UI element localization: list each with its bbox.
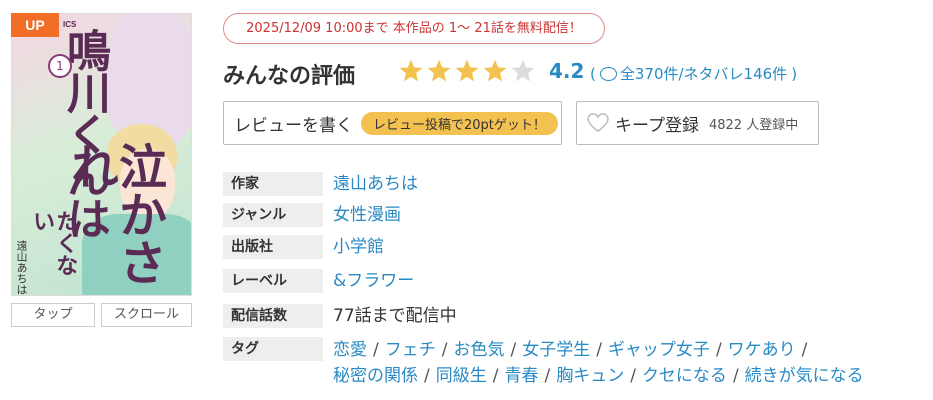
tag-separator: /: [732, 366, 739, 386]
update-badge-label: UP: [25, 17, 45, 33]
meta-row-episodes: 配信話数 77話まで配信中: [223, 304, 457, 328]
tag-link[interactable]: 女子学生: [522, 340, 590, 360]
meta-label-genre: ジャンル: [223, 203, 323, 227]
tag-separator: /: [801, 340, 808, 360]
comment-bubble-icon: [599, 66, 617, 81]
tag-link[interactable]: フェチ: [385, 340, 436, 360]
paren-open: (: [590, 64, 596, 83]
meta-row-author: 作家 遠山あちは: [223, 172, 418, 196]
tag-link[interactable]: ギャップ女子: [608, 340, 710, 360]
tag-link[interactable]: 青春: [504, 366, 538, 386]
tag-separator: /: [544, 366, 551, 386]
cover-title-part3: たくない: [29, 210, 78, 276]
star-icon: [454, 58, 480, 84]
heart-icon: [587, 113, 609, 133]
tag-separator: /: [715, 340, 722, 360]
star-icon: [426, 58, 452, 84]
tag-link[interactable]: 続きが気になる: [745, 366, 864, 386]
review-summary-link[interactable]: ( 全370件/ネタバレ146件 ): [590, 63, 797, 84]
tag-link[interactable]: クセになる: [642, 366, 727, 386]
update-badge: UP ICS: [11, 13, 76, 37]
comic-cover-image[interactable]: 鳴川くんは 泣かされ たくない 1 遠山あちは: [11, 13, 192, 296]
tag-separator: /: [441, 340, 448, 360]
star-icon: [398, 58, 424, 84]
tag-separator: /: [373, 340, 379, 360]
rating-heading: みんなの評価: [223, 64, 356, 89]
meta-row-genre: ジャンル 女性漫画: [223, 203, 401, 227]
tag-link[interactable]: ワケあり: [728, 340, 796, 360]
free-promo-banner: 2025/12/09 10:00まで 本作品の 1〜 21話を無料配信！: [223, 13, 605, 44]
publisher-link[interactable]: 小学館: [333, 235, 384, 259]
meta-label-tags: タグ: [223, 337, 323, 361]
meta-label-label: レーベル: [223, 269, 323, 293]
keep-button[interactable]: キープ登録 4822 人登録中: [576, 101, 819, 145]
author-link[interactable]: 遠山あちは: [333, 172, 418, 196]
rating-stars: [398, 58, 536, 84]
view-mode-tap-button[interactable]: タップ: [11, 303, 95, 327]
tag-separator: /: [510, 340, 517, 360]
tag-link[interactable]: 秘密の関係: [333, 366, 418, 386]
star-icon: [482, 58, 508, 84]
cover-author: 遠山あちは: [15, 240, 28, 295]
tag-link[interactable]: 恋愛: [333, 340, 367, 360]
label-link[interactable]: &フラワー: [333, 269, 414, 293]
meta-label-publisher: 出版社: [223, 235, 323, 259]
tag-link[interactable]: 胸キュン: [556, 366, 624, 386]
meta-row-tags: タグ 恋愛 / フェチ / お色気 / 女子学生 / ギャップ女子 / ワケあり / 秘密の関係 / 同級生…: [223, 337, 913, 389]
cover-title-part2: 泣かされ: [62, 142, 166, 286]
meta-row-label: レーベル &フラワー: [223, 269, 414, 293]
cover-volume-number: 1: [48, 54, 72, 78]
tag-separator: /: [424, 366, 430, 386]
write-review-button[interactable]: レビューを書く レビュー投稿で20ptゲット！: [223, 101, 562, 145]
tag-separator: /: [596, 340, 602, 360]
episodes-value: 77話まで配信中: [333, 306, 457, 326]
paren-close: ): [791, 64, 798, 83]
meta-row-publisher: 出版社 小学館: [223, 235, 384, 259]
star-icon: [510, 58, 536, 84]
view-mode-scroll-button[interactable]: スクロール: [101, 303, 192, 327]
tag-link[interactable]: 同級生: [436, 366, 487, 386]
tag-list: 恋愛 / フェチ / お色気 / 女子学生 / ギャップ女子 / ワケあり / 秘密の関係 / 同級生 / 青春…: [333, 337, 913, 389]
tag-separator: /: [630, 366, 636, 386]
tag-separator: /: [492, 366, 499, 386]
keep-label: キープ登録: [615, 115, 699, 136]
meta-label-episodes: 配信話数: [223, 304, 323, 328]
write-review-label: レビューを書く: [234, 115, 353, 136]
meta-label-author: 作家: [223, 172, 323, 196]
genre-link[interactable]: 女性漫画: [333, 203, 401, 227]
rating-score: 4.2: [549, 59, 585, 83]
cover-logo-fragment: ICS: [63, 20, 77, 29]
tag-link[interactable]: お色気: [453, 340, 504, 360]
keep-count: 4822 人登録中: [708, 117, 799, 133]
review-bonus-badge: レビュー投稿で20ptゲット！: [361, 111, 558, 135]
review-count: 全370件/ネタバレ146件: [619, 65, 788, 83]
